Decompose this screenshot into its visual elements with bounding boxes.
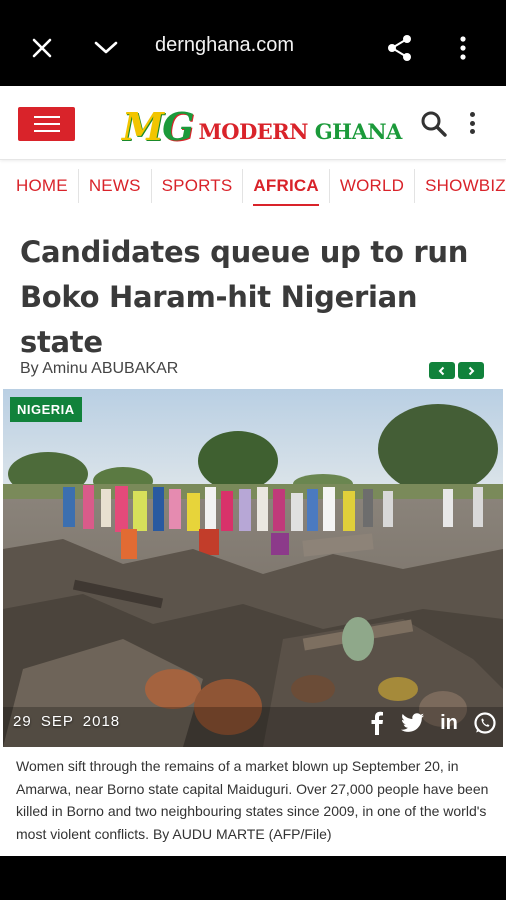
close-icon[interactable] <box>22 28 62 68</box>
system-navigation-bar <box>0 856 506 900</box>
article-photo: NIGERIA 29 SEP 2018 in <box>3 389 503 747</box>
hamburger-menu-button[interactable] <box>18 107 75 141</box>
chevron-left-icon <box>438 366 445 375</box>
share-icon[interactable] <box>380 28 420 68</box>
linkedin-icon[interactable]: in <box>437 711 461 735</box>
photo-caption: Women sift through the remains of a mark… <box>16 758 489 842</box>
facebook-icon[interactable] <box>365 711 389 735</box>
market-ruins-image <box>3 389 503 747</box>
browser-toolbar: dernghana.com <box>0 0 506 86</box>
category-nav: HOME NEWS SPORTS AFRICA WORLD SHOWBIZ <box>0 166 506 206</box>
nav-item-sports[interactable]: SPORTS <box>152 169 244 203</box>
logo-text: MODERN GHANA <box>198 119 403 144</box>
logo-mark: MG <box>122 104 195 149</box>
category-badge[interactable]: NIGERIA <box>10 397 82 422</box>
menu-line <box>33 116 60 118</box>
next-article-button[interactable] <box>458 362 484 379</box>
article-byline: By Aminu ABUBAKAR <box>20 360 179 377</box>
more-vert-icon[interactable] <box>443 28 483 68</box>
site-logo[interactable]: MG MODERN GHANA <box>122 106 402 146</box>
site-more-icon[interactable] <box>462 108 482 138</box>
article-pager <box>429 362 484 379</box>
share-bar: in <box>365 711 497 735</box>
article-headline: Candidates queue up to run Boko Haram-hi… <box>20 235 469 359</box>
menu-line <box>33 123 60 125</box>
search-icon[interactable] <box>420 110 448 138</box>
nav-item-news[interactable]: NEWS <box>79 169 152 203</box>
chevron-right-icon <box>468 366 475 375</box>
prev-article-button[interactable] <box>429 362 455 379</box>
chevron-down-icon[interactable] <box>86 28 126 68</box>
nav-item-africa[interactable]: AFRICA <box>243 169 330 206</box>
web-page: MG MODERN GHANA HOME NEWS SPORTS AFRICA … <box>0 86 506 856</box>
article-date: 29 SEP 2018 <box>13 713 121 730</box>
url-bar[interactable]: dernghana.com <box>155 34 294 57</box>
menu-line <box>33 130 60 132</box>
whatsapp-icon[interactable] <box>473 711 497 735</box>
site-header: MG MODERN GHANA <box>0 86 506 160</box>
twitter-icon[interactable] <box>401 711 425 735</box>
nav-item-world[interactable]: WORLD <box>330 169 416 203</box>
nav-item-showbiz[interactable]: SHOWBIZ <box>415 169 506 203</box>
nav-item-home[interactable]: HOME <box>0 169 79 203</box>
